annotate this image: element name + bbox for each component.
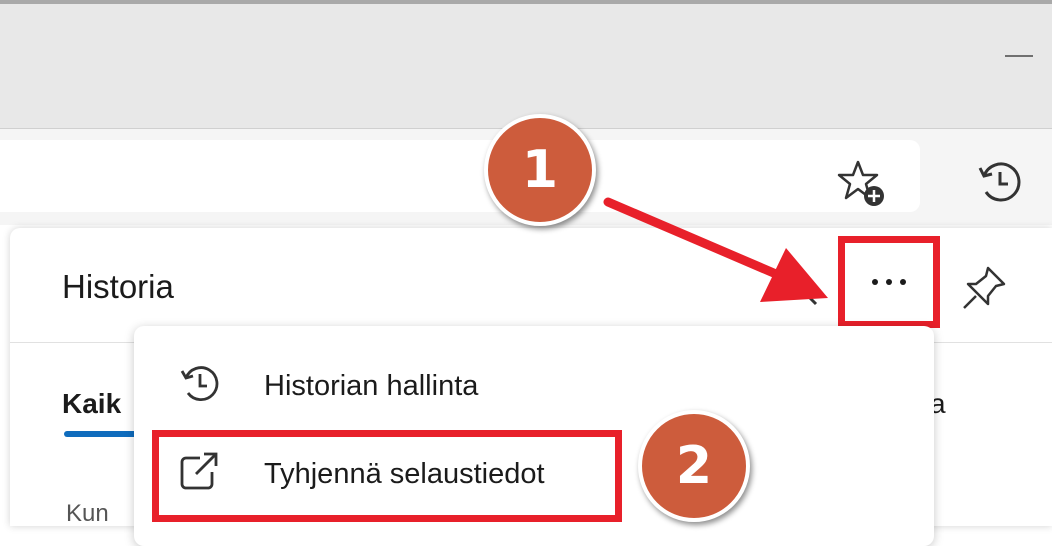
highlight-clear-browsing-data (152, 430, 622, 522)
history-icon (180, 366, 219, 401)
menu-item-label: Historian hallinta (264, 370, 479, 402)
more-icon (845, 243, 933, 321)
tab-all[interactable]: Kaik (62, 388, 121, 420)
history-list-text: Kun (66, 500, 109, 527)
more-options-button[interactable] (838, 236, 940, 328)
titlebar-border (0, 0, 1052, 4)
window-titlebar (0, 0, 1052, 129)
annotation-arrow-icon (603, 197, 828, 302)
step-badge-1: 1 (484, 114, 596, 226)
history-toolbar-icon[interactable] (972, 154, 1028, 210)
pin-icon[interactable] (958, 262, 1010, 314)
menu-item-manage-history[interactable]: Historian hallinta (134, 348, 934, 422)
add-favorite-icon[interactable] (836, 158, 892, 210)
minimize-button[interactable] (1005, 55, 1033, 57)
tab-selected-indicator (64, 431, 144, 437)
history-panel-title: Historia (62, 268, 174, 305)
step-badge-2: 2 (638, 410, 750, 522)
